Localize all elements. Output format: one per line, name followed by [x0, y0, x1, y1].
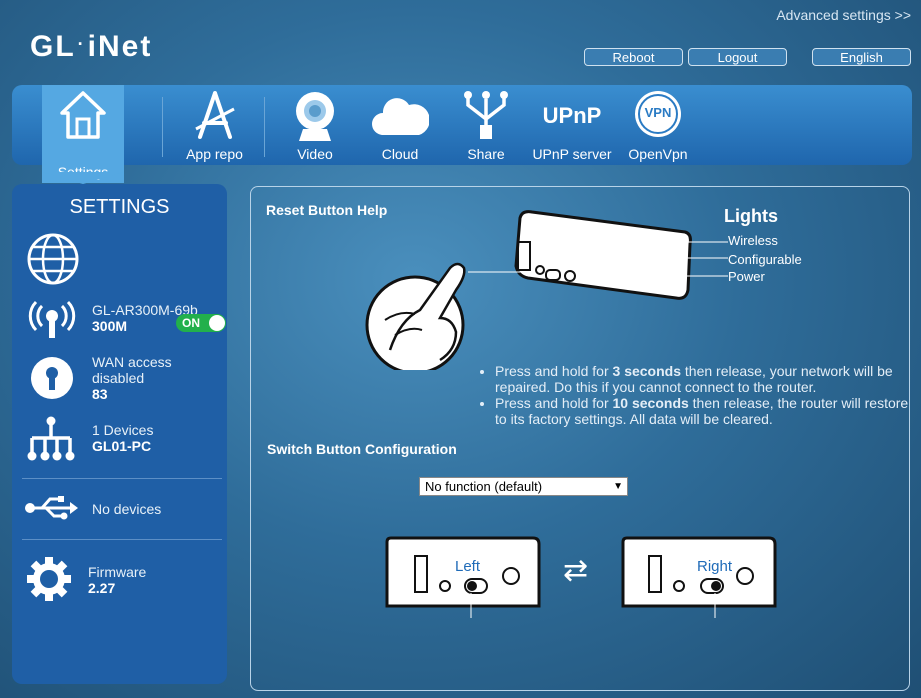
wan-value: 83: [92, 386, 108, 402]
switch-arrows-icon: ⇄: [563, 554, 589, 587]
firmware-label: Firmware: [88, 564, 147, 580]
sidebar-divider: [22, 539, 222, 540]
wifi-antenna-icon: [28, 300, 76, 345]
nav-item-share[interactable]: Share: [452, 85, 520, 165]
nav-divider: [162, 97, 163, 157]
language-button[interactable]: English: [812, 48, 911, 66]
nav-label: OpenVpn: [628, 146, 688, 162]
nav-item-app-repo[interactable]: App repo: [177, 85, 252, 165]
toggle-knob: [209, 315, 225, 331]
vpn-icon-text: VPN: [644, 105, 672, 120]
nav-label: Cloud: [381, 146, 419, 162]
sidebar: SETTINGS GL-AR300M-69b 300M ON WAN acces…: [12, 184, 227, 684]
advanced-settings-link[interactable]: Advanced settings >>: [776, 7, 911, 23]
dropdown-arrow-icon: ▼: [613, 481, 623, 492]
network-devices-icon: [26, 416, 76, 467]
usb-icon: [24, 496, 78, 525]
router-switch-right-illustration: [621, 536, 777, 618]
device-name: GL01-PC: [92, 438, 152, 454]
wan-status-line1: WAN access: [92, 354, 172, 370]
wifi-toggle[interactable]: ON: [176, 314, 226, 332]
switch-left-label: Left: [455, 558, 481, 575]
switch-right-label: Right: [697, 558, 733, 575]
main-nav: Settings App repo Video Cloud Share UPnP…: [12, 85, 912, 183]
gear-icon: [26, 556, 72, 607]
nav-label: UPnP server: [532, 146, 612, 162]
nav-label: Share: [467, 146, 505, 162]
nav-label: Video: [297, 146, 333, 162]
sidebar-divider: [22, 478, 222, 479]
light-label-power: Power: [728, 269, 765, 284]
wan-lock-icon: [30, 356, 74, 405]
webcam-icon: [291, 89, 339, 146]
upnp-icon: UPnP: [542, 103, 602, 128]
gl-inet-logo: GL ·iNet: [30, 30, 152, 64]
nav-item-openvpn[interactable]: VPN OpenVpn: [624, 85, 692, 165]
firmware-version: 2.27: [88, 580, 116, 596]
usb-status: No devices: [92, 501, 162, 517]
nav-item-video[interactable]: Video: [280, 85, 350, 165]
vpn-icon: VPN: [633, 89, 683, 139]
nav-item-upnp-server[interactable]: UPnP UPnP server: [528, 85, 616, 165]
usb-share-icon: [460, 89, 512, 146]
lights-title: Lights: [724, 206, 778, 226]
switch-function-select[interactable]: No function (default) ▼: [419, 477, 628, 496]
toggle-label: ON: [182, 316, 200, 330]
logo-dot: ·: [77, 34, 86, 54]
reset-instruction-3s: Press and hold for 3 seconds then releas…: [495, 363, 915, 395]
logo-text-gl: GL: [30, 30, 76, 63]
wan-status-line2: disabled: [92, 370, 145, 386]
wifi-speed: 300M: [92, 318, 128, 334]
devices-count: 1 Devices: [92, 422, 154, 438]
router-switch-left-illustration: [385, 536, 541, 618]
nav-item-settings[interactable]: Settings: [42, 85, 124, 183]
light-label-configurable: Configurable: [728, 252, 802, 267]
logout-button[interactable]: Logout: [688, 48, 787, 66]
select-value: No function (default): [425, 479, 543, 494]
nav-divider: [264, 97, 265, 157]
reset-instructions: Press and hold for 3 seconds then releas…: [478, 363, 915, 427]
home-icon: [58, 89, 108, 144]
cloud-icon: [371, 89, 430, 144]
reboot-button[interactable]: Reboot: [584, 48, 683, 66]
globe-icon[interactable]: [26, 232, 80, 291]
light-label-wireless: Wireless: [728, 233, 778, 248]
sidebar-title: SETTINGS: [69, 196, 170, 218]
logo-text-inet: iNet: [87, 30, 153, 63]
app-store-icon: [192, 89, 238, 144]
active-tab-pointer: [42, 172, 124, 184]
switch-config-title: Switch Button Configuration: [267, 441, 457, 457]
nav-item-cloud[interactable]: Cloud: [366, 85, 434, 165]
nav-label: App repo: [186, 146, 243, 162]
reset-instruction-10s: Press and hold for 10 seconds then relea…: [495, 395, 915, 427]
